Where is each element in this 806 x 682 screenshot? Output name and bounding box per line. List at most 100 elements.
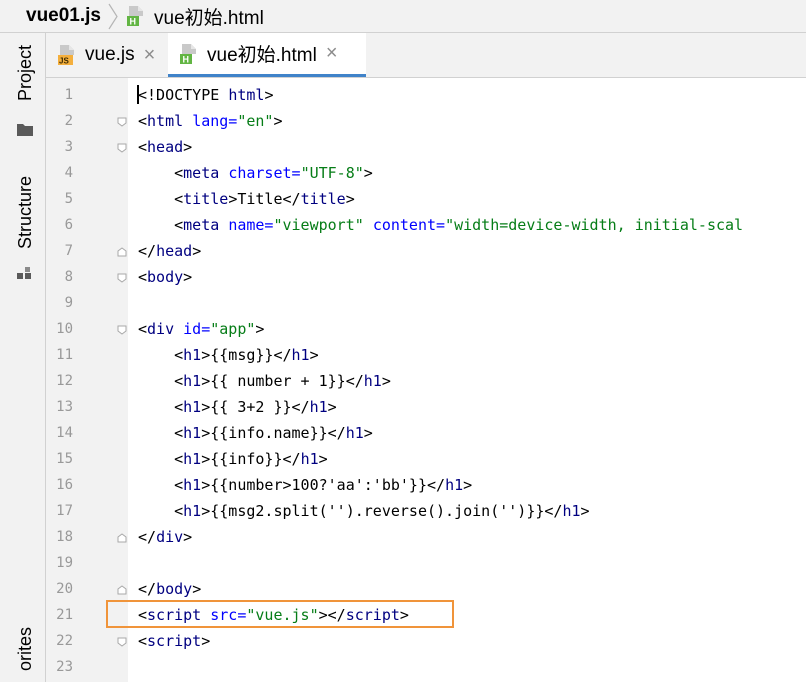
code-token: meta bbox=[183, 216, 220, 234]
navigation-bar: vue01.js H vue初始.html bbox=[0, 0, 806, 33]
line-number: 13 bbox=[56, 399, 73, 415]
line-number: 1 bbox=[64, 87, 73, 103]
code-token: div bbox=[156, 528, 184, 546]
code-editor[interactable]: <!DOCTYPE html> <html lang="en"> <head> <m… bbox=[128, 78, 806, 682]
line-number: 7 bbox=[64, 243, 73, 259]
code-line[interactable]: </head> bbox=[138, 238, 201, 264]
editor-gutter[interactable]: 1 2 3 4 5 6 7 8 9 10 11 12 13 14 15 16 17 18 19 20 21 22 23 bbox=[46, 78, 128, 682]
code-token: div bbox=[147, 320, 175, 338]
line-number: 8 bbox=[64, 269, 73, 285]
code-line[interactable]: <body> bbox=[138, 264, 192, 290]
code-line[interactable]: </body> bbox=[138, 576, 201, 602]
line-number: 2 bbox=[64, 113, 73, 129]
favorites-tool-tab[interactable]: orites bbox=[15, 627, 36, 671]
code-token: > bbox=[183, 268, 193, 286]
code-line[interactable]: <!DOCTYPE html> bbox=[138, 82, 273, 108]
svg-text:H: H bbox=[183, 54, 190, 64]
close-icon[interactable]: × bbox=[326, 42, 338, 65]
tab-vue-html[interactable]: H vue初始.html × bbox=[168, 33, 366, 77]
code-token: body bbox=[147, 268, 184, 286]
structure-icon bbox=[17, 267, 31, 279]
folder-icon bbox=[17, 124, 33, 136]
code-token: > bbox=[363, 424, 373, 442]
code-token: > bbox=[381, 372, 391, 390]
code-token: > bbox=[580, 502, 590, 520]
code-token: > bbox=[345, 190, 355, 208]
code-token: "app" bbox=[210, 320, 256, 338]
code-line[interactable]: <h1>{{msg}}</h1> bbox=[138, 342, 319, 368]
code-token: h1 bbox=[183, 424, 202, 442]
code-token: > bbox=[318, 450, 328, 468]
code-line[interactable]: <meta charset="UTF-8"> bbox=[138, 160, 373, 186]
code-line[interactable]: </div> bbox=[138, 524, 192, 550]
code-token: >{{ 3+2 }}</ bbox=[201, 398, 310, 416]
code-token: < bbox=[138, 164, 184, 182]
fold-close-icon[interactable] bbox=[117, 585, 127, 595]
code-token: h1 bbox=[183, 346, 202, 364]
code-token: html bbox=[147, 112, 184, 130]
code-token: < bbox=[138, 502, 184, 520]
code-token: meta bbox=[183, 164, 220, 182]
line-number: 23 bbox=[56, 659, 73, 675]
code-token: html bbox=[228, 86, 265, 104]
tab-label: vue初始.html bbox=[207, 45, 317, 66]
code-token: > bbox=[192, 242, 202, 260]
code-token: charset= bbox=[228, 164, 301, 182]
code-line[interactable]: <html lang="en"> bbox=[138, 108, 283, 134]
code-token: < bbox=[138, 424, 184, 442]
html-file-icon: H bbox=[178, 43, 200, 65]
code-token: id= bbox=[183, 320, 211, 338]
code-token: h1 bbox=[445, 476, 464, 494]
code-token: < bbox=[138, 320, 148, 338]
code-line[interactable]: <h1>{{ 3+2 }}</h1> bbox=[138, 394, 337, 420]
code-token: < bbox=[138, 138, 148, 156]
code-line[interactable]: <head> bbox=[138, 134, 192, 160]
line-number: 9 bbox=[64, 295, 73, 311]
fold-open-icon[interactable] bbox=[117, 325, 127, 335]
line-number: 12 bbox=[56, 373, 73, 389]
line-number: 17 bbox=[56, 503, 73, 519]
line-number: 11 bbox=[56, 347, 73, 363]
code-line[interactable]: <h1>{{msg2.split('').reverse().join('')}… bbox=[138, 498, 590, 524]
close-icon[interactable]: × bbox=[144, 44, 156, 67]
fold-open-icon[interactable] bbox=[117, 143, 127, 153]
code-token: > bbox=[327, 398, 337, 416]
code-token: </ bbox=[138, 528, 157, 546]
code-token: < bbox=[138, 346, 184, 364]
code-line[interactable]: <h1>{{info}}</h1> bbox=[138, 446, 328, 472]
fold-open-icon[interactable] bbox=[117, 637, 127, 647]
breadcrumb-file[interactable]: H vue初始.html bbox=[125, 3, 264, 30]
tab-label: vue.js bbox=[85, 44, 135, 65]
html-file-icon: H bbox=[125, 5, 147, 27]
fold-open-icon[interactable] bbox=[117, 273, 127, 283]
code-token: h1 bbox=[562, 502, 581, 520]
tab-vue-js[interactable]: JS vue.js × bbox=[46, 33, 168, 77]
project-tool-tab[interactable]: Project bbox=[15, 45, 36, 101]
code-token: h1 bbox=[345, 424, 364, 442]
line-number: 16 bbox=[56, 477, 73, 493]
fold-open-icon[interactable] bbox=[117, 117, 127, 127]
code-line[interactable]: <h1>{{ number + 1}}</h1> bbox=[138, 368, 391, 394]
code-line[interactable]: <meta name="viewport" content="width=dev… bbox=[138, 212, 743, 238]
line-number: 5 bbox=[64, 191, 73, 207]
code-token: h1 bbox=[363, 372, 382, 390]
code-line[interactable]: <h1>{{number>100?'aa':'bb'}}</h1> bbox=[138, 472, 472, 498]
breadcrumb-project[interactable]: vue01.js bbox=[26, 5, 101, 27]
code-token: h1 bbox=[183, 502, 202, 520]
line-number: 4 bbox=[64, 165, 73, 181]
fold-close-icon[interactable] bbox=[117, 247, 127, 257]
line-number: 21 bbox=[56, 607, 73, 623]
code-token: < bbox=[138, 476, 184, 494]
code-token: >Title</ bbox=[228, 190, 301, 208]
code-token: >{{info}}</ bbox=[201, 450, 301, 468]
structure-tool-tab[interactable]: Structure bbox=[15, 176, 36, 249]
code-token: h1 bbox=[183, 398, 202, 416]
tool-window-strip: Project Structure orites bbox=[0, 33, 46, 682]
code-line[interactable]: <h1>{{info.name}}</h1> bbox=[138, 420, 373, 446]
fold-close-icon[interactable] bbox=[117, 533, 127, 543]
code-line[interactable]: <title>Title</title> bbox=[138, 186, 355, 212]
code-line[interactable]: <div id="app"> bbox=[138, 316, 264, 342]
code-line[interactable]: <script> bbox=[138, 628, 210, 654]
code-token: </ bbox=[138, 580, 157, 598]
